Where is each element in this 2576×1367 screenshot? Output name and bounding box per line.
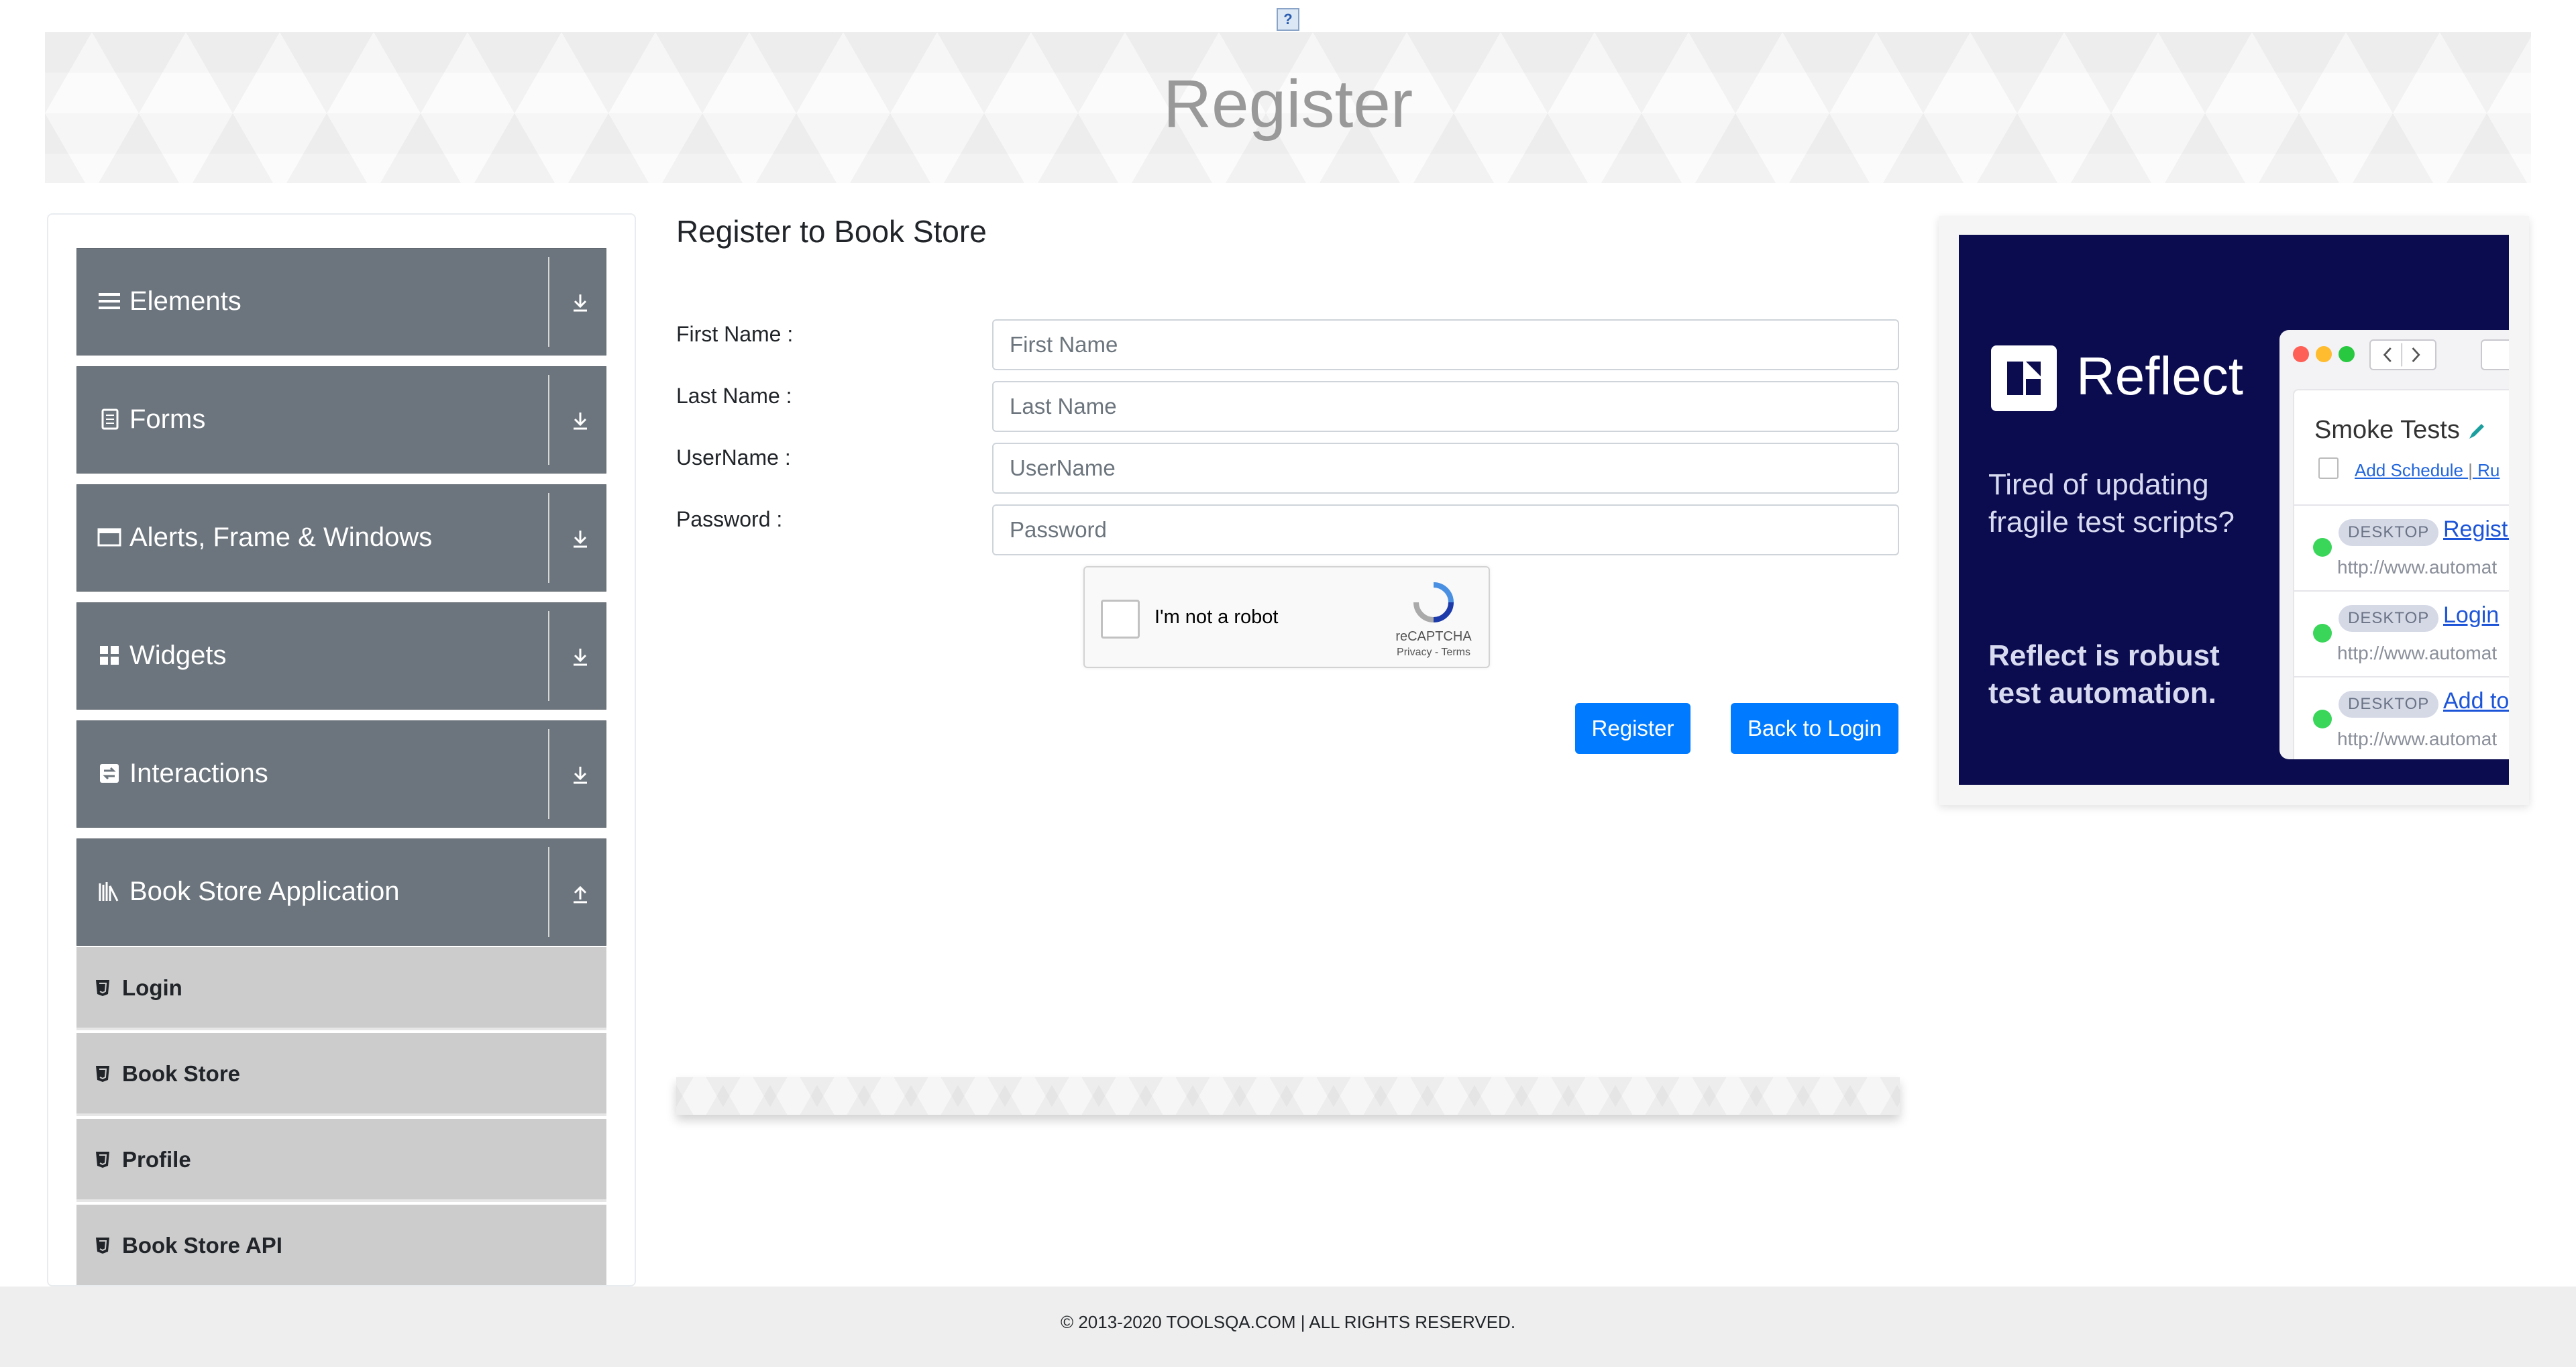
password-input[interactable] bbox=[992, 504, 1899, 555]
desktop-tag: DESKTOP bbox=[2339, 691, 2439, 718]
download-arrow-icon bbox=[574, 531, 587, 548]
left-sidebar: Elements Forms Alerts, Frame & Windows W… bbox=[47, 213, 636, 1287]
password-label: Password : bbox=[676, 507, 783, 531]
sidebar-group-alerts-frame-windows[interactable]: Alerts, Frame & Windows bbox=[76, 484, 606, 592]
form-heading: Register to Book Store bbox=[676, 214, 987, 249]
sidebar-item-label: Book Store bbox=[122, 1061, 241, 1086]
download-arrow-icon bbox=[574, 294, 587, 312]
recaptcha-widget: I'm not a robot reCAPTCHA Privacy - Term… bbox=[1083, 566, 1490, 668]
status-dot-icon bbox=[2313, 710, 2332, 728]
grid-icon bbox=[100, 646, 119, 665]
ad-claim: Reflect is robust test automation. bbox=[1988, 639, 2220, 710]
back-to-login-button[interactable]: Back to Login bbox=[1731, 703, 1898, 754]
first-name-label: First Name : bbox=[676, 322, 794, 346]
divider bbox=[548, 611, 549, 701]
sidebar-item-label: Book Store API bbox=[122, 1233, 282, 1258]
sidebar-group-label: Widgets bbox=[129, 641, 227, 670]
sidebar-group-label: Alerts, Frame & Windows bbox=[129, 523, 433, 552]
ad-test-row: DESKTOP Registr http://www.automat bbox=[2294, 504, 2509, 592]
sidebar-item-label: Profile bbox=[122, 1147, 191, 1172]
register-button[interactable]: Register bbox=[1575, 703, 1690, 754]
recaptcha-logo-icon bbox=[1413, 582, 1454, 622]
window-icon bbox=[97, 528, 121, 547]
desktop-tag: DESKTOP bbox=[2339, 605, 2439, 632]
ad-tagline: Tired of updating fragile test scripts? bbox=[1988, 468, 2235, 539]
sidebar-item-label: Login bbox=[122, 975, 182, 1000]
divider bbox=[548, 375, 549, 465]
sidebar-item-profile[interactable]: Profile bbox=[76, 1119, 606, 1202]
status-dot-icon bbox=[2313, 624, 2332, 643]
username-label: UserName : bbox=[676, 445, 791, 470]
test-url: http://www.automat bbox=[2337, 643, 2498, 663]
html5-icon bbox=[96, 1066, 109, 1082]
empty-ad-strip bbox=[676, 1077, 1900, 1115]
sidebar-group-interactions[interactable]: Interactions bbox=[76, 720, 606, 828]
html5-icon bbox=[96, 1238, 109, 1254]
recaptcha-checkbox[interactable] bbox=[1101, 600, 1140, 639]
last-name-label: Last Name : bbox=[676, 384, 792, 408]
footer: © 2013-2020 TOOLSQA.COM | ALL RIGHTS RES… bbox=[0, 1287, 2576, 1367]
sidebar-group-label: Forms bbox=[129, 404, 206, 434]
ad-brand: Reflect bbox=[2076, 346, 2243, 406]
ad-card-title: Smoke Tests bbox=[2314, 416, 2487, 445]
ad-test-row: DESKTOP Login http://www.automat bbox=[2294, 590, 2509, 677]
books-icon bbox=[99, 882, 119, 901]
reflect-ad[interactable]: Reflect Tired of updating fragile test s… bbox=[1959, 235, 2509, 785]
html5-icon bbox=[96, 980, 109, 996]
test-url: http://www.automat bbox=[2337, 557, 2498, 578]
pencil-icon bbox=[2469, 423, 2485, 439]
sidebar-group-label: Elements bbox=[129, 286, 241, 316]
sidebar-group-label: Book Store Application bbox=[129, 877, 400, 906]
html5-icon bbox=[96, 1152, 109, 1168]
username-input[interactable] bbox=[992, 443, 1899, 494]
sidebar-item-book-store-api[interactable]: Book Store API bbox=[76, 1205, 606, 1285]
sidebar-group-label: Interactions bbox=[129, 759, 268, 788]
close-dot-icon bbox=[2293, 346, 2309, 362]
sidebar-toggle-icon bbox=[2481, 339, 2509, 370]
minimize-dot-icon bbox=[2316, 346, 2332, 362]
sidebar-group-book-store-application[interactable]: Book Store Application bbox=[76, 838, 606, 946]
recaptcha-label: I'm not a robot bbox=[1155, 606, 1279, 628]
sidebar-group-forms[interactable]: Forms bbox=[76, 366, 606, 474]
sidebar-group-elements[interactable]: Elements bbox=[76, 248, 606, 356]
sidebar-item-login[interactable]: Login bbox=[76, 947, 606, 1030]
divider bbox=[548, 729, 549, 819]
desktop-tag: DESKTOP bbox=[2339, 519, 2439, 546]
ad-test-row: DESKTOP Add to http://www.automat bbox=[2294, 676, 2509, 759]
maximize-dot-icon bbox=[2339, 346, 2355, 362]
download-arrow-icon bbox=[574, 413, 587, 430]
ad-browser-mockup: Smoke Tests Add Schedule | Ru DESKTOP Re… bbox=[2279, 330, 2509, 759]
last-name-input[interactable] bbox=[992, 381, 1899, 432]
interaction-icon bbox=[100, 764, 119, 783]
sidebar-item-book-store[interactable]: Book Store bbox=[76, 1033, 606, 1116]
footer-copyright: © 2013-2020 TOOLSQA.COM | ALL RIGHTS RES… bbox=[1060, 1312, 1516, 1332]
calendar-icon bbox=[2318, 457, 2339, 479]
status-dot-icon bbox=[2313, 538, 2332, 557]
nav-arrows-icon bbox=[2369, 339, 2436, 370]
page-title: Register bbox=[1163, 66, 1413, 142]
divider bbox=[548, 257, 549, 347]
sidebar-group-widgets[interactable]: Widgets bbox=[76, 602, 606, 710]
test-link: Add to bbox=[2443, 688, 2509, 714]
download-arrow-icon bbox=[574, 767, 587, 784]
test-url: http://www.automat bbox=[2337, 728, 2498, 749]
divider bbox=[548, 847, 549, 937]
recaptcha-links[interactable]: Privacy - Terms bbox=[1366, 647, 1501, 659]
test-link: Login bbox=[2443, 602, 2500, 628]
download-arrow-icon bbox=[574, 649, 587, 666]
broken-image-icon: ? bbox=[1277, 8, 1299, 31]
add-schedule-link: Add Schedule | Ru bbox=[2355, 460, 2500, 480]
divider bbox=[548, 493, 549, 583]
page-banner: Register bbox=[45, 32, 2531, 183]
first-name-input[interactable] bbox=[992, 319, 1899, 370]
test-link: Registr bbox=[2443, 516, 2509, 542]
upload-arrow-icon bbox=[574, 885, 587, 904]
document-icon bbox=[101, 408, 119, 430]
recaptcha-brand: reCAPTCHA bbox=[1395, 629, 1472, 644]
hamburger-icon bbox=[99, 293, 120, 309]
ad-test-card: Smoke Tests Add Schedule | Ru DESKTOP Re… bbox=[2293, 389, 2509, 759]
reflect-logo-icon bbox=[1991, 345, 2057, 411]
